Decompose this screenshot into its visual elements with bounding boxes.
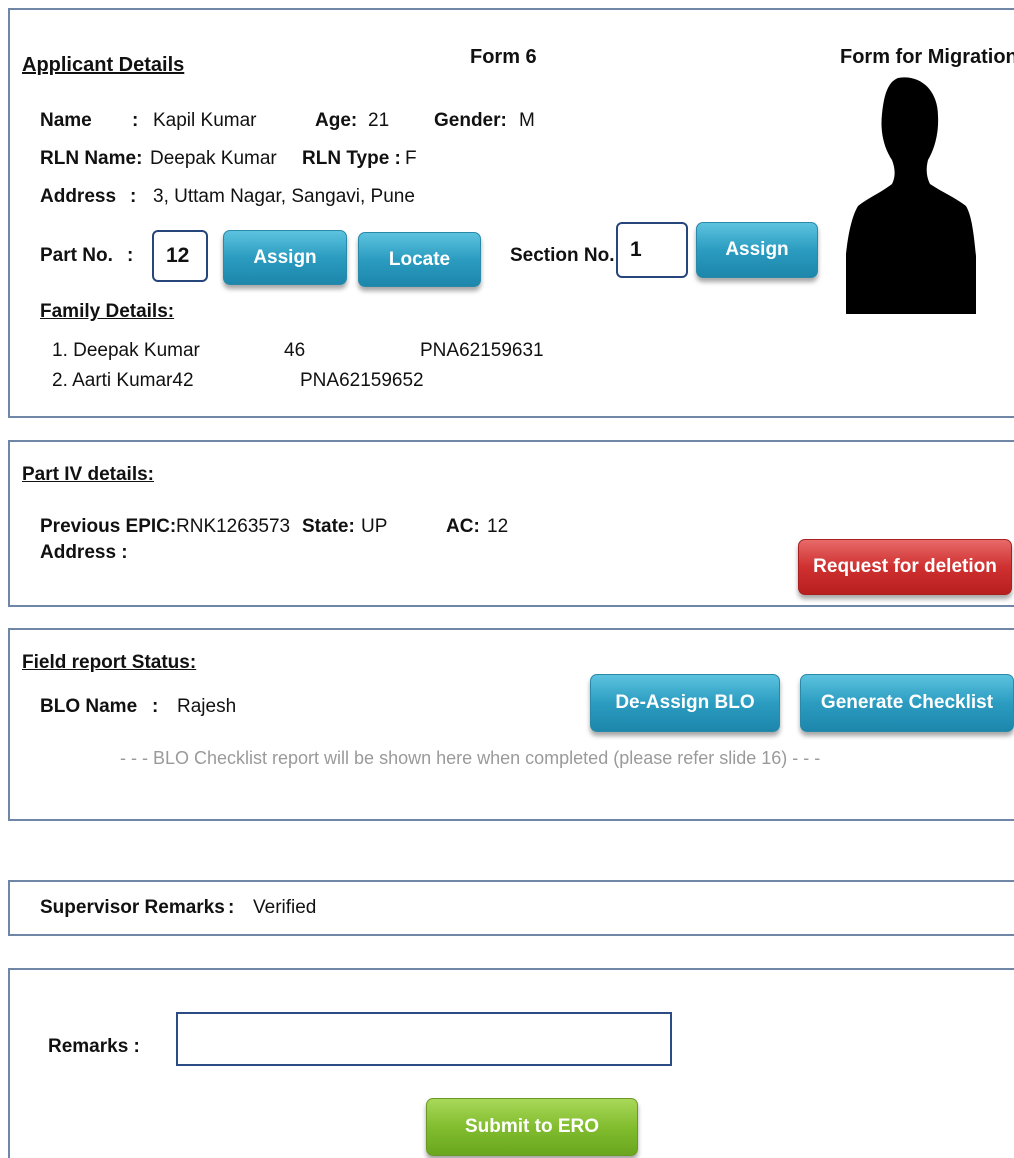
blo-name-value: Rajesh xyxy=(177,696,237,717)
form-title: Form 6 xyxy=(470,46,537,68)
state-value: UP xyxy=(361,516,388,537)
age-value: 21 xyxy=(368,110,390,131)
family-details-title: Family Details: xyxy=(40,301,175,322)
part-iv-panel: Part IV details: Previous EPIC: RNK12635… xyxy=(8,440,1014,607)
age-label: Age: xyxy=(315,110,358,131)
previous-epic-label: Previous EPIC: xyxy=(40,516,177,537)
part-iv-address-label: Address : xyxy=(40,542,128,563)
part-iv-title: Part IV details: xyxy=(22,464,154,485)
field-report-panel: Field report Status: BLO Name : Rajesh D… xyxy=(8,628,1014,821)
request-deletion-button[interactable]: Request for deletion xyxy=(798,539,1012,595)
address-value: 3, Uttam Nagar, Sangavi, Pune xyxy=(153,186,415,207)
family-member-age: 46 xyxy=(284,340,306,361)
blo-name-label: BLO Name xyxy=(40,696,138,717)
name-value: Kapil Kumar xyxy=(153,110,257,131)
part-no-colon: : xyxy=(127,245,134,266)
remarks-label: Remarks : xyxy=(48,1036,140,1057)
submit-to-ero-button[interactable]: Submit to ERO xyxy=(426,1098,638,1156)
name-colon: : xyxy=(132,110,139,131)
previous-epic-value: RNK1263573 xyxy=(176,516,291,537)
section-no-label: Section No. xyxy=(510,245,615,266)
family-member-name: 1. Deepak Kumar xyxy=(52,340,200,361)
address-colon: : xyxy=(130,186,137,207)
assign-part-button[interactable]: Assign xyxy=(223,230,347,285)
applicant-details-panel: Applicant Details Form 6 Form for Migrat… xyxy=(8,8,1014,418)
family-member-epic: PNA62159652 xyxy=(300,370,424,391)
supervisor-remarks-colon: : xyxy=(228,897,235,918)
supervisor-remarks-panel: Supervisor Remarks : Verified xyxy=(8,880,1014,936)
remarks-input[interactable] xyxy=(176,1012,672,1066)
family-member-name: 2. Aarti Kumar42 xyxy=(52,370,194,391)
supervisor-remarks-value: Verified xyxy=(253,897,317,918)
assign-section-button[interactable]: Assign xyxy=(696,222,818,278)
migration-title: Form for Migration xyxy=(840,46,1014,68)
part-no-input[interactable]: 12 xyxy=(152,230,208,282)
applicant-details-title: Applicant Details xyxy=(22,54,185,76)
ac-label: AC: xyxy=(446,516,480,537)
ac-value: 12 xyxy=(487,516,509,537)
supervisor-remarks-label: Supervisor Remarks xyxy=(40,897,225,918)
deassign-blo-button[interactable]: De-Assign BLO xyxy=(590,674,780,732)
gender-label: Gender: xyxy=(434,110,507,131)
part-no-label: Part No. xyxy=(40,245,113,266)
checklist-placeholder-note: - - - BLO Checklist report will be shown… xyxy=(120,748,821,768)
rln-name-value: Deepak Kumar xyxy=(150,148,277,169)
rln-type-value: F xyxy=(405,148,417,169)
field-report-title: Field report Status: xyxy=(22,652,197,673)
blo-name-colon: : xyxy=(152,696,159,717)
address-label: Address xyxy=(40,186,117,207)
person-silhouette-icon xyxy=(846,77,976,314)
locate-button[interactable]: Locate xyxy=(358,232,481,287)
rln-name-label: RLN Name: xyxy=(40,148,143,169)
remarks-panel: Remarks : Submit to ERO xyxy=(8,968,1014,1158)
state-label: State: xyxy=(302,516,355,537)
gender-value: M xyxy=(519,110,535,131)
family-member-epic: PNA62159631 xyxy=(420,340,544,361)
name-label: Name xyxy=(40,110,92,131)
section-no-input[interactable]: 1 xyxy=(616,222,688,278)
generate-checklist-button[interactable]: Generate Checklist xyxy=(800,674,1014,732)
rln-type-label: RLN Type : xyxy=(302,148,401,169)
